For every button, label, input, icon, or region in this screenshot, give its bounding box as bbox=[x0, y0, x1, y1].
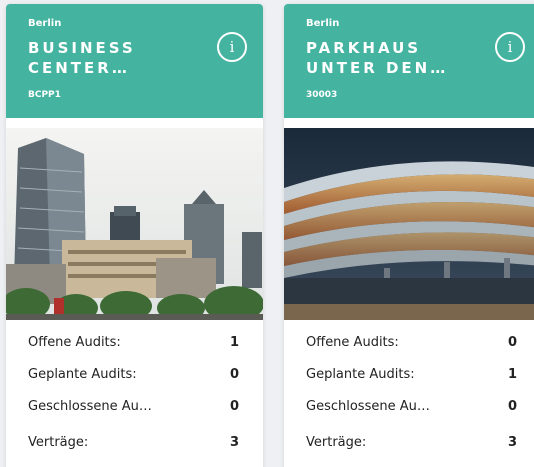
stat-value: 0 bbox=[229, 398, 239, 414]
stat-label: Geplante Audits: bbox=[306, 366, 415, 382]
card-code: BCPP1 bbox=[28, 90, 61, 100]
card-header: Berlin BUSINESS CENTER… BCPP1 i bbox=[6, 4, 263, 118]
stat-value: 0 bbox=[507, 334, 517, 350]
stat-row-closed-audits: Geschlossene Au… 0 bbox=[28, 390, 239, 422]
stat-value: 1 bbox=[507, 366, 517, 382]
stat-label: Geschlossene Au… bbox=[306, 398, 430, 414]
stat-value: 0 bbox=[507, 398, 517, 414]
card-city: Berlin bbox=[306, 18, 340, 29]
info-icon[interactable]: i bbox=[217, 32, 247, 62]
stat-row-contracts: Verträge: 3 bbox=[306, 426, 517, 458]
city-skyline-image bbox=[6, 128, 263, 320]
stat-label: Geplante Audits: bbox=[28, 366, 137, 382]
stat-label: Verträge: bbox=[306, 434, 367, 450]
stat-label: Offene Audits: bbox=[28, 334, 121, 350]
card-stats: Offene Audits: 1 Geplante Audits: 0 Gesc… bbox=[6, 326, 263, 458]
stat-value: 0 bbox=[229, 366, 239, 382]
stat-row-planned-audits: Geplante Audits: 1 bbox=[306, 358, 517, 390]
stat-label: Verträge: bbox=[28, 434, 89, 450]
parking-garage-image bbox=[284, 128, 534, 320]
info-icon[interactable]: i bbox=[495, 32, 525, 62]
property-card[interactable]: Berlin BUSINESS CENTER… BCPP1 i Offene A… bbox=[6, 4, 263, 467]
stat-label: Geschlossene Au… bbox=[28, 398, 152, 414]
card-city: Berlin bbox=[28, 18, 62, 29]
card-title: BUSINESS CENTER… bbox=[28, 39, 136, 77]
stat-row-contracts: Verträge: 3 bbox=[28, 426, 239, 458]
card-header: Berlin PARKHAUS UNTER DEN… 30003 i bbox=[284, 4, 534, 118]
stat-value: 3 bbox=[507, 434, 517, 450]
stat-value: 3 bbox=[229, 434, 239, 450]
card-code: 30003 bbox=[306, 90, 338, 100]
card-stats: Offene Audits: 0 Geplante Audits: 1 Gesc… bbox=[284, 326, 534, 458]
stat-row-open-audits: Offene Audits: 0 bbox=[306, 326, 517, 358]
stat-row-closed-audits: Geschlossene Au… 0 bbox=[306, 390, 517, 422]
stat-value: 1 bbox=[229, 334, 239, 350]
stat-row-open-audits: Offene Audits: 1 bbox=[28, 326, 239, 358]
property-card-grid: Berlin BUSINESS CENTER… BCPP1 i Offene A… bbox=[0, 0, 534, 467]
card-title: PARKHAUS UNTER DEN… bbox=[306, 39, 449, 77]
stat-label: Offene Audits: bbox=[306, 334, 399, 350]
property-card[interactable]: Berlin PARKHAUS UNTER DEN… 30003 i Offen… bbox=[284, 4, 534, 467]
stat-row-planned-audits: Geplante Audits: 0 bbox=[28, 358, 239, 390]
